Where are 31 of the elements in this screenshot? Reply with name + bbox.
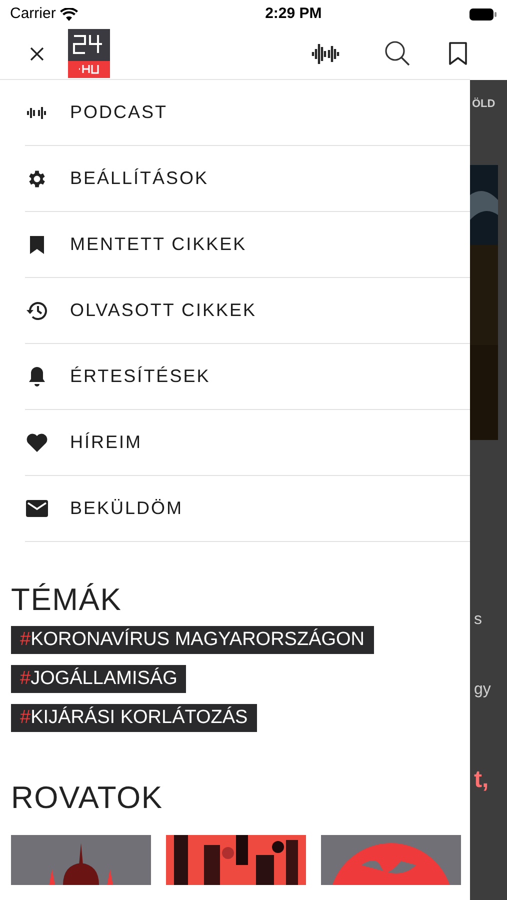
search-icon bbox=[384, 40, 410, 67]
bookmark-icon bbox=[449, 42, 467, 65]
topic-tag[interactable]: #JOGÁLLAMISÁG bbox=[11, 665, 186, 693]
menu-item[interactable]: BEÁLLÍTÁSOK bbox=[25, 146, 470, 212]
headline-text: t, bbox=[474, 765, 489, 795]
carrier-label: Carrier bbox=[10, 4, 56, 24]
section-heading: TÉMÁK bbox=[11, 582, 123, 618]
menu-item[interactable]: OLVASOTT CIKKEK bbox=[25, 278, 470, 344]
close-icon bbox=[30, 46, 44, 60]
article-text: s bbox=[474, 610, 482, 630]
search-button[interactable] bbox=[382, 38, 412, 68]
clock-time: 2:29 PM bbox=[265, 4, 322, 24]
bell-icon bbox=[28, 366, 46, 387]
menu-item[interactable]: HÍREIM bbox=[25, 410, 470, 476]
menu-item[interactable]: BEKÜLDÖM bbox=[25, 476, 470, 542]
menu-item[interactable]: MENTETT CIKKEK bbox=[25, 212, 470, 278]
sound-wave-icon bbox=[26, 104, 48, 120]
tab-label: ÖLD bbox=[472, 96, 496, 112]
topic-tag[interactable]: #KIJÁRÁSI KORLÁTOZÁS bbox=[11, 704, 257, 732]
battery-icon bbox=[468, 8, 497, 20]
history-icon bbox=[26, 300, 48, 320]
logo-icon[interactable] bbox=[68, 29, 110, 78]
menu-item[interactable]: ÉRTESÍTÉSEK bbox=[25, 344, 470, 410]
article-text: gy bbox=[474, 680, 491, 700]
heart-icon bbox=[26, 433, 48, 452]
topic-tag[interactable]: #KORONAVÍRUS MAGYARORSZÁGON bbox=[11, 626, 374, 654]
bookmark-icon bbox=[30, 236, 44, 254]
envelope-icon bbox=[26, 500, 48, 517]
section-heading: ROVATOK bbox=[11, 780, 164, 816]
menu-item[interactable]: PODCAST bbox=[25, 80, 470, 146]
wifi-icon bbox=[60, 8, 78, 20]
